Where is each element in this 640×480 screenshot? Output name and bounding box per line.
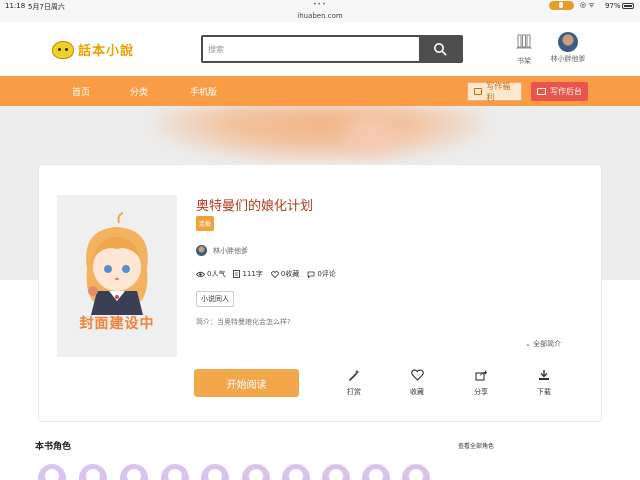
- address-url[interactable]: ihuaben.com: [0, 12, 640, 20]
- logo-text: 話本小說: [78, 44, 135, 59]
- battery-icon: [622, 3, 634, 9]
- multitask-dots-icon[interactable]: •••: [313, 1, 327, 8]
- book-stats: 0人气 111字 0收藏 0评论: [196, 269, 344, 279]
- writing-bonus-button[interactable]: 写作福利: [467, 81, 522, 102]
- avatar: [558, 32, 578, 52]
- battery-percent: 97%: [605, 2, 621, 10]
- favorite-button[interactable]: 收藏: [397, 369, 437, 397]
- download-button[interactable]: 下载: [524, 369, 564, 397]
- expand-intro-label: 全部简介: [533, 340, 562, 348]
- author-link[interactable]: 林小胖他爹: [196, 245, 248, 256]
- bookshelf-icon: [516, 34, 532, 49]
- user-menu[interactable]: 林小胖他爹: [545, 32, 591, 64]
- character-avatar[interactable]: [79, 464, 107, 480]
- start-reading-button[interactable]: 开始阅读: [194, 369, 299, 397]
- status-time: 11:18: [5, 2, 26, 10]
- bookshelf-link[interactable]: 书架: [511, 32, 537, 66]
- book-intro: 简介：当奥特曼娘化会怎么样?: [196, 318, 291, 326]
- status-date: 5月7日周六: [28, 3, 65, 11]
- banner-blur-highlight: [330, 106, 410, 164]
- mic-icon: [559, 2, 563, 8]
- cover-placeholder-text: 封面建设中: [79, 316, 155, 332]
- popularity-count: 0人气: [207, 270, 226, 278]
- book-title: 奥特曼们的娘化计划: [196, 199, 314, 214]
- download-label: 下载: [537, 388, 551, 396]
- monitor-icon: [537, 88, 546, 95]
- book-cover[interactable]: 封面建设中: [57, 195, 177, 357]
- expand-intro-link[interactable]: ⌄ 全部简介: [525, 339, 561, 349]
- bookshelf-label: 书架: [517, 57, 531, 65]
- chevron-down-icon: ⌄: [525, 340, 534, 348]
- status-bar: 11:18 5月7日周六 ••• ihuaben.com ◎ ᯤ 97%: [0, 0, 640, 22]
- word-count: 111字: [242, 270, 263, 278]
- stat-comments: 0评论: [307, 269, 336, 279]
- character-avatar[interactable]: [161, 464, 189, 480]
- share-label: 分享: [474, 388, 488, 396]
- author-avatar: [196, 245, 207, 256]
- nav-item-category[interactable]: 分类: [130, 85, 148, 98]
- document-icon: [233, 270, 241, 278]
- stat-popularity: 0人气: [196, 269, 225, 279]
- character-avatar[interactable]: [120, 464, 148, 480]
- heart-icon: [410, 369, 424, 381]
- search-icon: [434, 43, 447, 56]
- share-button[interactable]: 分享: [461, 369, 501, 397]
- book-tag[interactable]: 小说同人: [196, 291, 234, 307]
- banner-blur: [150, 106, 490, 164]
- writing-admin-button[interactable]: 写作后台: [531, 82, 588, 101]
- status-badge: 连载: [196, 216, 215, 231]
- share-icon: [475, 370, 487, 381]
- logo-mascot-icon: [52, 40, 74, 59]
- ticket-icon: [474, 88, 483, 95]
- comments-count: 0评论: [317, 270, 336, 278]
- favorite-label: 收藏: [410, 388, 424, 396]
- author-name: 林小胖他爹: [213, 246, 248, 255]
- eye-icon: [196, 271, 205, 277]
- magic-wand-icon: [349, 369, 360, 381]
- stat-favorites: 0收藏: [270, 269, 300, 279]
- user-name: 林小胖他爹: [550, 55, 586, 63]
- writing-bonus-label: 写作福利: [486, 81, 511, 102]
- comment-icon: [307, 271, 315, 278]
- download-icon: [539, 370, 549, 380]
- search-button[interactable]: [419, 37, 461, 61]
- main-nav: 首页 分类 手机版 写作福利 写作后台: [0, 76, 640, 106]
- view-all-characters-link[interactable]: 查看全部角色: [458, 441, 494, 450]
- character-avatar[interactable]: [282, 464, 310, 480]
- characters-section-title: 本书角色: [35, 442, 72, 452]
- reward-label: 打赏: [347, 388, 361, 396]
- site-header: 話本小說 书架 林小胖他爹: [0, 22, 640, 76]
- search-box: [201, 35, 463, 63]
- stat-words: 111字: [233, 269, 263, 279]
- nav-item-home[interactable]: 首页: [72, 85, 90, 98]
- wifi-icon: ◎ ᯤ: [580, 1, 595, 9]
- character-avatar[interactable]: [322, 464, 350, 480]
- character-avatar[interactable]: [402, 464, 430, 480]
- character-avatar[interactable]: [242, 464, 270, 480]
- character-avatar[interactable]: [362, 464, 390, 480]
- heart-icon: [270, 270, 279, 278]
- writing-admin-label: 写作后台: [550, 87, 582, 96]
- search-input[interactable]: [205, 39, 419, 59]
- character-avatar[interactable]: [201, 464, 229, 480]
- character-avatar[interactable]: [38, 464, 66, 480]
- reward-button[interactable]: 打赏: [334, 369, 374, 397]
- favorites-count: 0收藏: [280, 270, 300, 278]
- character-list: [38, 464, 458, 480]
- site-logo[interactable]: 話本小說: [52, 40, 134, 59]
- nav-item-mobile[interactable]: 手机版: [190, 85, 217, 98]
- book-info-card: 封面建设中 奥特曼们的娘化计划 连载 林小胖他爹 0人气 111字 0收藏 0评…: [38, 164, 602, 422]
- cover-illustration: [86, 212, 148, 315]
